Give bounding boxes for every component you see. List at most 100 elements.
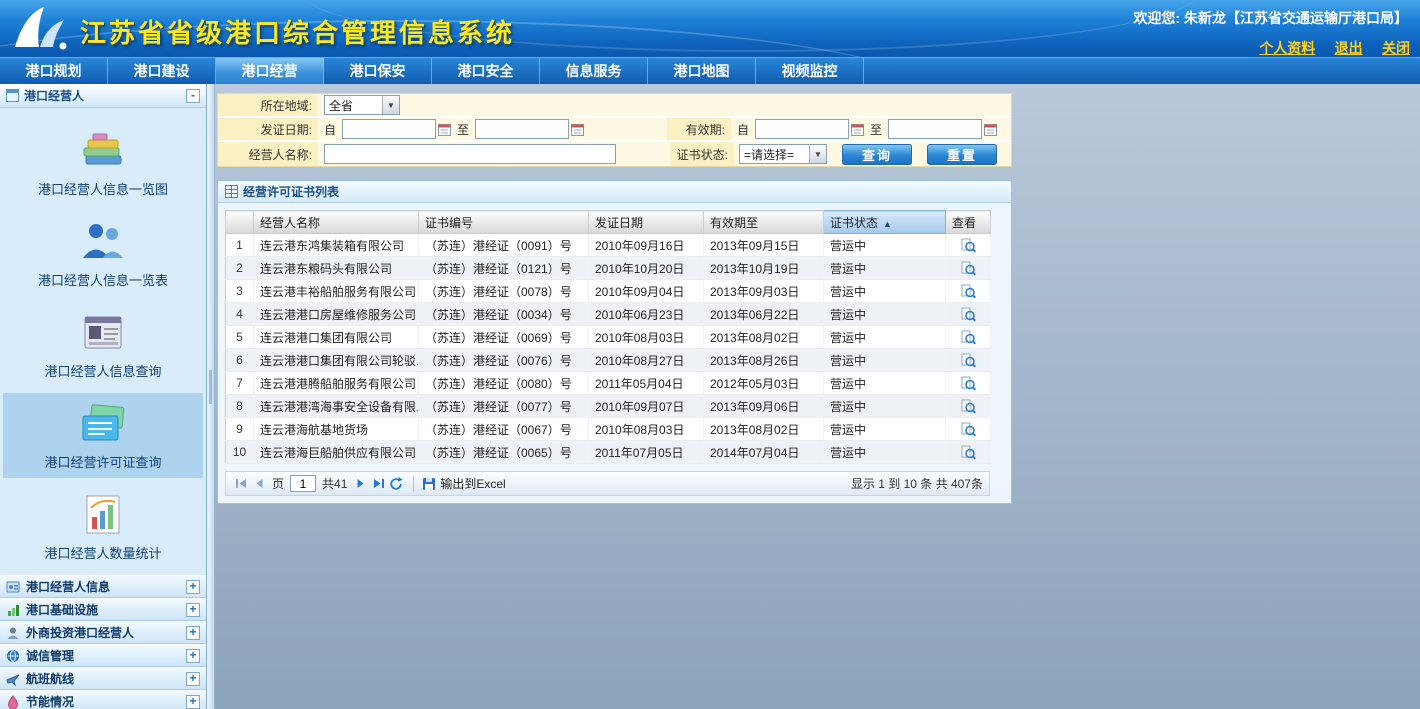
cell-valid-until: 2013年09月06日 xyxy=(704,395,824,418)
globe-icon xyxy=(6,649,20,663)
table-row[interactable]: 4 连云港港口房屋维修服务公司 （苏连）港经证（0034）号 2010年06月2… xyxy=(226,303,991,326)
sidebar-panel-operator-info[interactable]: 港口经营人信息 + xyxy=(0,575,206,598)
cell-rownum: 4 xyxy=(226,303,254,326)
query-button[interactable]: 查询 xyxy=(842,144,912,165)
tab-port-safety[interactable]: 港口安全 xyxy=(432,58,540,84)
calendar-icon[interactable] xyxy=(984,123,997,136)
view-icon[interactable] xyxy=(961,238,976,253)
sidebar-item-operator-overview-table[interactable]: 港口经营人信息一览表 xyxy=(3,211,203,296)
people-icon xyxy=(77,220,129,264)
expand-panel-button[interactable]: + xyxy=(186,695,200,709)
tab-port-construction[interactable]: 港口建设 xyxy=(108,58,216,84)
table-row[interactable]: 3 连云港丰裕船舶服务有限公司 （苏连）港经证（0078）号 2010年09月0… xyxy=(226,280,991,303)
sidebar-item-operator-info-query[interactable]: 港口经营人信息查询 xyxy=(3,302,203,387)
calendar-icon[interactable] xyxy=(571,123,584,136)
validity-label: 有效期: xyxy=(667,118,731,140)
cell-status: 营运中 xyxy=(824,257,946,280)
cell-issue-date: 2010年08月03日 xyxy=(589,326,704,349)
refresh-icon[interactable] xyxy=(387,475,405,493)
cell-valid-until: 2013年09月15日 xyxy=(704,234,824,257)
col-cert-status[interactable]: 证书状态▲ xyxy=(824,211,946,234)
cert-status-select[interactable]: =请选择= ▼ xyxy=(739,144,827,164)
table-row[interactable]: 7 连云港港腾船舶服务有限公司 （苏连）港经证（0080）号 2011年05月0… xyxy=(226,372,991,395)
cell-issue-date: 2010年09月04日 xyxy=(589,280,704,303)
table-row[interactable]: 5 连云港港口集团有限公司 （苏连）港经证（0069）号 2010年08月03日… xyxy=(226,326,991,349)
table-row[interactable]: 6 连云港港口集团有限公司轮驳... （苏连）港经证（0076）号 2010年0… xyxy=(226,349,991,372)
expand-panel-button[interactable]: + xyxy=(186,649,200,663)
tab-video-monitor[interactable]: 视频监控 xyxy=(756,58,864,84)
cell-status: 营运中 xyxy=(824,303,946,326)
next-page-icon[interactable] xyxy=(351,475,369,493)
profile-link[interactable]: 个人资料 xyxy=(1259,40,1315,56)
view-icon[interactable] xyxy=(961,422,976,437)
view-icon[interactable] xyxy=(961,353,976,368)
view-icon[interactable] xyxy=(961,376,976,391)
energy-icon xyxy=(6,695,20,709)
sidebar-splitter[interactable] xyxy=(207,84,215,709)
issue-date-from-input[interactable] xyxy=(342,119,436,139)
sidebar-panel-infrastructure[interactable]: 港口基础设施 + xyxy=(0,598,206,621)
table-row[interactable]: 1 连云港东鸿集装箱有限公司 （苏连）港经证（0091）号 2010年09月16… xyxy=(226,234,991,257)
collapse-panel-button[interactable]: - xyxy=(186,89,200,103)
prev-page-icon[interactable] xyxy=(250,475,268,493)
sidebar-panel-flight-routes[interactable]: 航班航线 + xyxy=(0,667,206,690)
col-valid-until[interactable]: 有效期至 xyxy=(704,211,824,234)
reset-button[interactable]: 重置 xyxy=(927,144,997,165)
cell-status: 营运中 xyxy=(824,349,946,372)
cell-valid-until: 2013年08月02日 xyxy=(704,418,824,441)
sidebar-item-license-query[interactable]: 港口经营许可证查询 xyxy=(3,393,203,478)
tab-port-map[interactable]: 港口地图 xyxy=(648,58,756,84)
sidebar-panel-energy-saving[interactable]: 节能情况 + xyxy=(0,690,206,709)
sidebar-panel-credit-management[interactable]: 诚信管理 + xyxy=(0,644,206,667)
validity-to-input[interactable] xyxy=(888,119,982,139)
sidebar-item-operator-statistics[interactable]: 港口经营人数量统计 xyxy=(3,484,203,569)
cell-cert-no: （苏连）港经证（0034）号 xyxy=(419,303,589,326)
welcome-text: 欢迎您: 朱新龙【江苏省交通运输厅港口局】 xyxy=(1133,8,1408,28)
cell-issue-date: 2010年10月20日 xyxy=(589,257,704,280)
view-icon[interactable] xyxy=(961,330,976,345)
last-page-icon[interactable] xyxy=(369,475,387,493)
close-link[interactable]: 关闭 xyxy=(1382,40,1410,56)
content-area: 所在地域: 全省 ▼ 发证日期: 自 至 xyxy=(215,84,1420,709)
first-page-icon[interactable] xyxy=(232,475,250,493)
table-row[interactable]: 10 连云港海巨船舶供应有限公司 （苏连）港经证（0065）号 2011年07月… xyxy=(226,441,991,464)
view-icon[interactable] xyxy=(961,399,976,414)
col-cert-no[interactable]: 证书编号 xyxy=(419,211,589,234)
calendar-icon[interactable] xyxy=(851,123,864,136)
logout-link[interactable]: 退出 xyxy=(1335,40,1363,56)
table-row[interactable]: 9 连云港海航基地货场 （苏连）港经证（0067）号 2010年08月03日 2… xyxy=(226,418,991,441)
sidebar-panel-title: 港口经营人 xyxy=(24,87,186,104)
view-icon[interactable] xyxy=(961,307,976,322)
save-disk-icon xyxy=(422,477,436,491)
cell-cert-no: （苏连）港经证（0076）号 xyxy=(419,349,589,372)
col-operator-name[interactable]: 经营人名称 xyxy=(254,211,419,234)
export-excel-button[interactable]: 输出到Excel xyxy=(422,475,505,492)
view-icon[interactable] xyxy=(961,261,976,276)
cell-issue-date: 2010年08月03日 xyxy=(589,418,704,441)
expand-panel-button[interactable]: + xyxy=(186,672,200,686)
expand-panel-button[interactable]: + xyxy=(186,580,200,594)
view-icon[interactable] xyxy=(961,445,976,460)
expand-panel-button[interactable]: + xyxy=(186,626,200,640)
issue-date-to-input[interactable] xyxy=(475,119,569,139)
sidebar-item-operator-overview-chart[interactable]: 港口经营人信息一览图 xyxy=(3,120,203,205)
page-input[interactable] xyxy=(290,475,316,492)
calendar-icon[interactable] xyxy=(438,123,451,136)
sidebar-panel-foreign-investment[interactable]: 外商投资港口经营人 + xyxy=(0,621,206,644)
tab-port-operation[interactable]: 港口经营 xyxy=(216,58,324,84)
cell-issue-date: 2010年08月27日 xyxy=(589,349,704,372)
search-row-dates: 发证日期: 自 至 有效期: xyxy=(218,118,1011,142)
tab-port-planning[interactable]: 港口规划 xyxy=(0,58,108,84)
table-row[interactable]: 8 连云港港湾海事安全设备有限... （苏连）港经证（0077）号 2010年0… xyxy=(226,395,991,418)
validity-from-input[interactable] xyxy=(755,119,849,139)
view-icon[interactable] xyxy=(961,284,976,299)
tab-info-service[interactable]: 信息服务 xyxy=(540,58,648,84)
region-select[interactable]: 全省 ▼ xyxy=(324,95,400,115)
tab-port-security[interactable]: 港口保安 xyxy=(324,58,432,84)
cell-operator-name: 连云港海巨船舶供应有限公司 xyxy=(254,441,419,464)
table-row[interactable]: 2 连云港东粮码头有限公司 （苏连）港经证（0121）号 2010年10月20日… xyxy=(226,257,991,280)
sidebar-panel-header[interactable]: 港口经营人 - xyxy=(0,84,206,108)
col-issue-date[interactable]: 发证日期 xyxy=(589,211,704,234)
expand-panel-button[interactable]: + xyxy=(186,603,200,617)
operator-name-input[interactable] xyxy=(324,144,616,164)
